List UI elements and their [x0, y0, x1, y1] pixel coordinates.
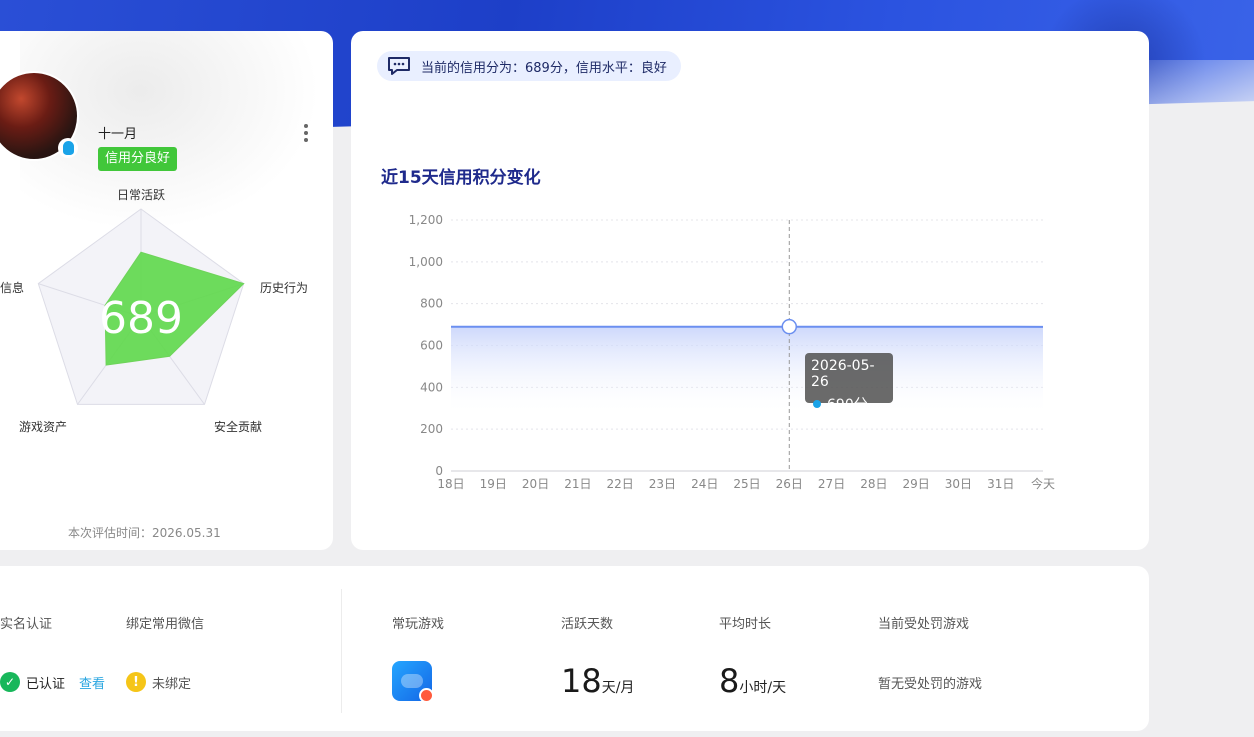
punish-value: 暂无受处罚的游戏 — [878, 677, 983, 692]
check-icon: ✓ — [0, 672, 20, 692]
active-days-unit: 天/月 — [601, 680, 635, 696]
credit-chart-card: 当前的信用分为：689分，信用水平：良好 近15天信用积分变化 0 200 400 6… — [351, 31, 1149, 550]
x-tick-label: 20日 — [522, 477, 549, 491]
tooltip-series-dot — [813, 400, 821, 408]
active-days-label: 活跃天数 — [561, 617, 614, 632]
avg-time-unit: 小时/天 — [739, 680, 787, 696]
chart-tooltip: 2026-05-26 690分 — [805, 353, 893, 413]
x-tick-label: 27日 — [818, 477, 845, 491]
x-tick-label: 29日 — [903, 477, 930, 491]
real-name-label: 实名认证 — [0, 617, 53, 632]
y-tick-label: 800 — [420, 297, 443, 311]
tooltip-value: 690分 — [827, 397, 868, 413]
radar-label-daily-active: 日常活跃 — [117, 188, 166, 202]
x-tick-label: 今天 — [1031, 476, 1055, 491]
fav-game-label: 常玩游戏 — [392, 617, 445, 632]
y-tick-label: 0 — [435, 464, 443, 478]
x-tick-label: 18日 — [437, 477, 464, 491]
x-tick-label: 31日 — [987, 477, 1014, 491]
area-fill — [451, 326, 1043, 416]
qq-icon — [58, 138, 78, 158]
wechat-status-text: 未绑定 — [152, 676, 192, 692]
real-name-status: ✓ 已认证 查看 — [0, 672, 105, 692]
tooltip-date: 2026-05-26 — [811, 358, 875, 390]
data-point-marker[interactable] — [781, 318, 798, 335]
view-link[interactable]: 查看 — [79, 673, 105, 692]
x-tick-label: 28日 — [860, 477, 887, 491]
x-tick-label: 21日 — [564, 477, 591, 491]
evaluation-time: 本次评估时间：2026.05.31 — [68, 526, 221, 540]
avg-time-label: 平均时长 — [719, 617, 772, 632]
account-info-card: 实名认证 绑定常用微信 ✓ 已认证 查看 ! 未绑定 常玩游戏 活跃天数 18天… — [0, 566, 1149, 731]
x-tick-label: 23日 — [649, 477, 676, 491]
active-days-number: 18 — [561, 662, 602, 700]
radar-label-game-assets: 游戏资产 — [19, 420, 68, 434]
radar-chart: 689 — [37, 208, 245, 405]
punish-label: 当前受处罚游戏 — [878, 617, 970, 632]
wechat-status: ! 未绑定 — [126, 672, 191, 692]
avg-time-value: 8小时/天 — [719, 662, 786, 700]
x-tick-label: 30日 — [945, 477, 972, 491]
x-tick-label: 25日 — [733, 477, 760, 491]
y-tick-label: 1,000 — [409, 255, 443, 269]
radar-label-security: 安全贡献 — [214, 420, 263, 434]
warning-icon: ! — [126, 672, 146, 692]
x-tick-label: 24日 — [691, 477, 718, 491]
x-tick-label: 26日 — [776, 477, 803, 491]
wechat-label: 绑定常用微信 — [126, 617, 205, 632]
divider — [341, 589, 342, 713]
avg-time-number: 8 — [719, 662, 740, 700]
credit-score: 689 — [99, 293, 183, 344]
active-days-value: 18天/月 — [561, 662, 634, 700]
more-options-icon[interactable] — [302, 124, 310, 144]
radar-label-history: 历史行为 — [260, 281, 309, 295]
x-tick-label: 19日 — [480, 477, 507, 491]
y-tick-label: 1,200 — [409, 213, 443, 227]
credit-level-badge: 信用分良好 — [98, 147, 178, 171]
y-tick-label: 600 — [420, 339, 443, 353]
x-tick-label: 22日 — [607, 477, 634, 491]
real-name-status-text: 已认证 — [26, 676, 66, 692]
credit-line-chart[interactable]: 0 200 400 600 800 1,000 1,200 18日 19日 20日 21日 22日 23… — [351, 31, 1149, 550]
profile-card: 十一月 信用分良好 689 日常活跃 历史行为 安全贡献 游戏资产 信息 本次评… — [0, 31, 333, 550]
y-tick-label: 200 — [420, 422, 443, 436]
y-tick-label: 400 — [420, 380, 443, 394]
game-icon[interactable] — [392, 661, 434, 703]
nickname: 十一月 — [98, 127, 138, 142]
radar-label-info: 信息 — [0, 281, 25, 295]
